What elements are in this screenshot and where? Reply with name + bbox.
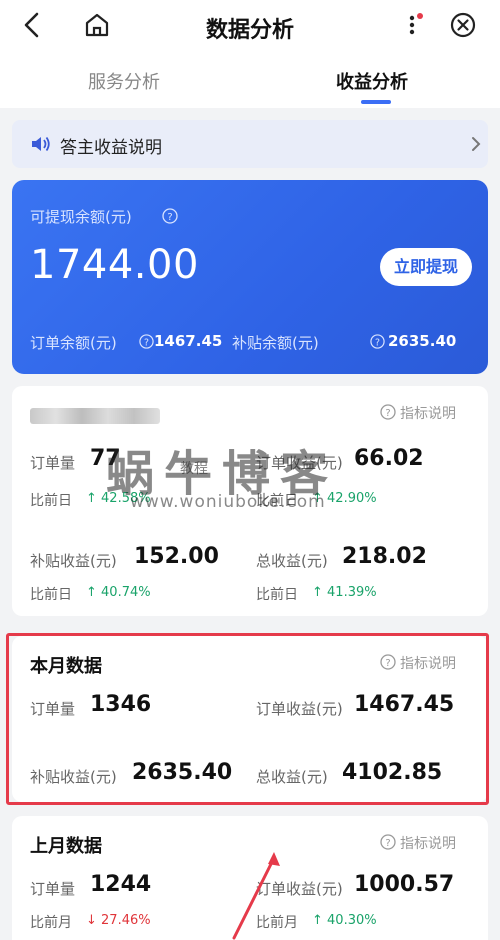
orders-label: 订单量 xyxy=(30,454,76,472)
question-icon[interactable]: ? xyxy=(162,208,178,224)
order-income-value: 66.02 xyxy=(354,446,424,471)
order-balance-value: 1467.45 xyxy=(154,332,223,350)
annotation-arrow-icon xyxy=(232,852,280,940)
svg-text:?: ? xyxy=(385,838,390,849)
svg-text:?: ? xyxy=(144,337,149,348)
tab-bar: 服务分析 收益分析 xyxy=(0,52,500,108)
watermark-small-text: 教程 xyxy=(180,461,208,477)
question-icon[interactable]: ? xyxy=(370,334,385,349)
highlight-box xyxy=(6,633,489,805)
question-icon[interactable]: ? xyxy=(380,834,396,850)
compare-label: 比前日 xyxy=(30,587,72,603)
order-balance-label: 订单余额(元) xyxy=(30,334,117,352)
more-menu-icon[interactable] xyxy=(404,10,426,40)
compare-percent: 40.30% xyxy=(327,913,377,928)
last-month-data-title: 上月数据 xyxy=(30,836,102,857)
svg-text:?: ? xyxy=(385,408,390,419)
compare-label: 比前日 xyxy=(30,493,72,509)
total-income-value: 218.02 xyxy=(342,544,427,569)
orders-label: 订单量 xyxy=(30,880,76,898)
compare-value: ↓ 27.46% xyxy=(86,913,151,928)
compare-label: 比前日 xyxy=(256,587,298,603)
compare-percent: 27.46% xyxy=(101,913,151,928)
blurred-title xyxy=(30,408,160,424)
compare-value: ↑ 40.74% xyxy=(86,585,151,600)
subsidy-income-label: 补贴收益(元) xyxy=(30,552,117,570)
subsidy-balance-value: 2635.40 xyxy=(388,332,457,350)
total-income-label: 总收益(元) xyxy=(256,552,328,570)
arrow-up-icon: ↑ xyxy=(312,913,328,928)
metric-help-link[interactable]: 指标说明 xyxy=(400,833,456,853)
subsidy-balance-label: 补贴余额(元) xyxy=(232,334,319,352)
order-income-value: 1000.57 xyxy=(354,872,455,897)
active-tab-indicator xyxy=(361,100,391,104)
compare-percent: 40.74% xyxy=(101,585,151,600)
arrow-up-icon: ↑ xyxy=(86,491,102,506)
tab-service-analysis[interactable]: 服务分析 xyxy=(88,68,160,94)
notice-text: 答主收益说明 xyxy=(60,138,162,158)
metric-help-link[interactable]: 指标说明 xyxy=(400,403,456,423)
arrow-up-icon: ↑ xyxy=(312,585,328,600)
question-icon[interactable]: ? xyxy=(380,404,396,420)
subsidy-income-value: 152.00 xyxy=(134,544,219,569)
compare-label: 比前月 xyxy=(30,915,72,931)
orders-value: 1244 xyxy=(90,872,152,897)
close-icon[interactable] xyxy=(448,10,478,40)
compare-value: ↑ 40.30% xyxy=(312,913,377,928)
tab-income-analysis[interactable]: 收益分析 xyxy=(336,68,408,94)
svg-text:?: ? xyxy=(375,337,380,348)
top-bar: 数据分析 xyxy=(0,0,500,52)
svg-text:?: ? xyxy=(167,212,172,223)
balance-card: 可提现余额(元) ? 1744.00 立即提现 订单余额(元) ? 1467.4… xyxy=(12,180,488,374)
income-notice-banner[interactable]: 答主收益说明 xyxy=(12,120,488,168)
withdraw-button[interactable]: 立即提现 xyxy=(380,248,472,286)
question-icon[interactable]: ? xyxy=(139,334,154,349)
withdrawable-amount: 1744.00 xyxy=(30,242,199,288)
compare-value: ↑ 41.39% xyxy=(312,585,377,600)
speaker-icon xyxy=(32,136,50,152)
arrow-up-icon: ↑ xyxy=(86,585,102,600)
chevron-right-icon xyxy=(472,137,481,151)
arrow-down-icon: ↓ xyxy=(86,913,102,928)
watermark-url: www.woniuboke.com xyxy=(130,492,326,512)
compare-percent: 41.39% xyxy=(327,585,377,600)
withdrawable-balance-label: 可提现余额(元) xyxy=(30,208,132,226)
